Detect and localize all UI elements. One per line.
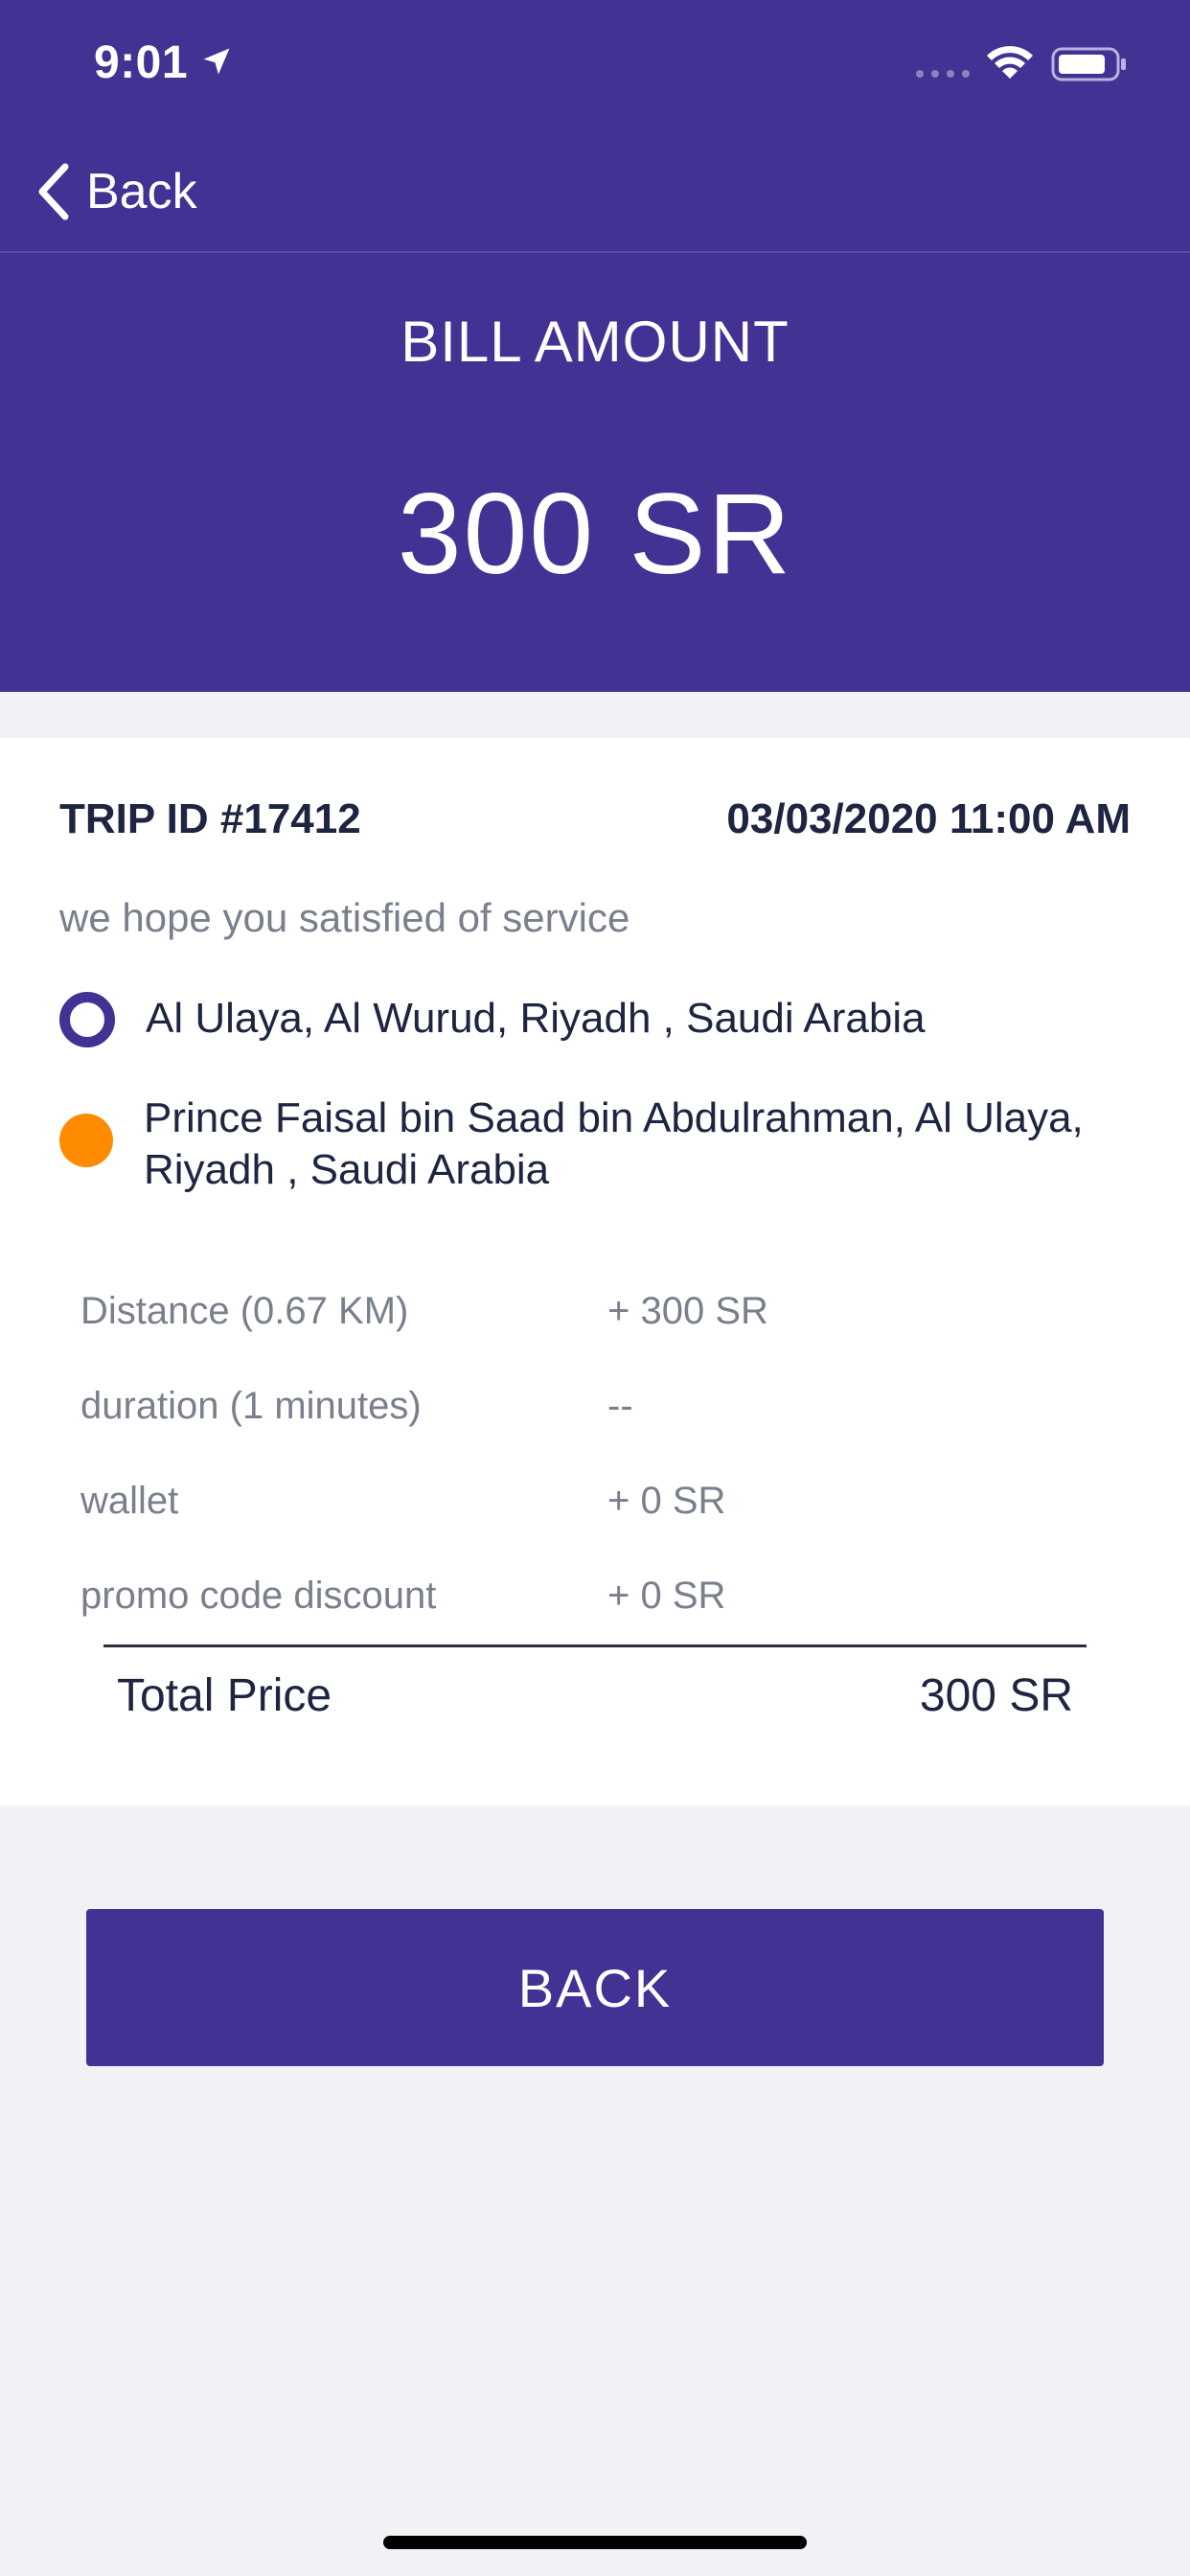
fare-row-promo: promo code discount + 0 SR	[80, 1575, 1096, 1632]
trip-id: TRIP ID #17412	[59, 795, 361, 842]
dropoff-address: Prince Faisal bin Saad bin Abdulrahman, …	[144, 1094, 1084, 1193]
back-button[interactable]: BACK	[86, 1909, 1104, 2066]
bill-header: 9:01 Back BILL AMOUNT 300 SR	[0, 0, 1190, 692]
pickup-marker-icon	[59, 992, 115, 1047]
cellular-signal-icon	[916, 70, 970, 78]
status-time: 9:01	[94, 37, 189, 88]
dropoff-marker-icon	[59, 1114, 113, 1167]
fare-row-distance: Distance (0.67 KM) + 300 SR	[80, 1290, 1096, 1347]
chevron-left-icon	[38, 163, 69, 220]
navigation-bar: Back	[0, 134, 1190, 253]
fare-value: + 0 SR	[607, 1480, 726, 1522]
nav-back-button[interactable]: Back	[34, 157, 197, 226]
fare-row-wallet: wallet + 0 SR	[80, 1480, 1096, 1537]
pickup-location: Al Ulaya, Al Wurud, Riyadh , Saudi Arabi…	[59, 992, 1133, 1047]
total-price-value: 300 SR	[919, 1670, 1073, 1721]
fare-label: Distance (0.67 KM)	[80, 1290, 409, 1332]
home-indicator	[383, 2536, 807, 2549]
battery-icon	[1051, 47, 1126, 81]
pickup-address: Al Ulaya, Al Wurud, Riyadh , Saudi Arabi…	[146, 995, 926, 1042]
trip-details-card: TRIP ID #17412 03/03/2020 11:00 AM we ho…	[0, 738, 1190, 1806]
bill-amount-value: 300 SR	[397, 470, 793, 598]
service-message: we hope you satisfied of service	[59, 895, 630, 940]
status-bar: 9:01	[0, 0, 1190, 134]
fare-label: wallet	[80, 1480, 179, 1522]
bill-amount-title: BILL AMOUNT	[400, 310, 790, 374]
nav-back-label: Back	[86, 164, 197, 219]
fare-value: + 0 SR	[607, 1575, 726, 1617]
fare-value: + 300 SR	[607, 1290, 768, 1332]
bill-screen: 9:01 Back BILL AMOUNT 300 SR TRIP ID #17…	[0, 0, 1190, 2576]
fare-label: promo code discount	[80, 1575, 437, 1617]
trip-datetime: 03/03/2020 11:00 AM	[726, 795, 1131, 842]
dropoff-location: Prince Faisal bin Saad bin Abdulrahman, …	[59, 1092, 1133, 1196]
total-divider	[103, 1644, 1087, 1647]
fare-label: duration (1 minutes)	[80, 1385, 422, 1427]
wifi-icon	[987, 46, 1033, 79]
fare-value: --	[607, 1385, 633, 1427]
fare-row-duration: duration (1 minutes) --	[80, 1385, 1096, 1442]
location-arrow-icon	[203, 48, 230, 75]
total-price-label: Total Price	[117, 1670, 332, 1721]
